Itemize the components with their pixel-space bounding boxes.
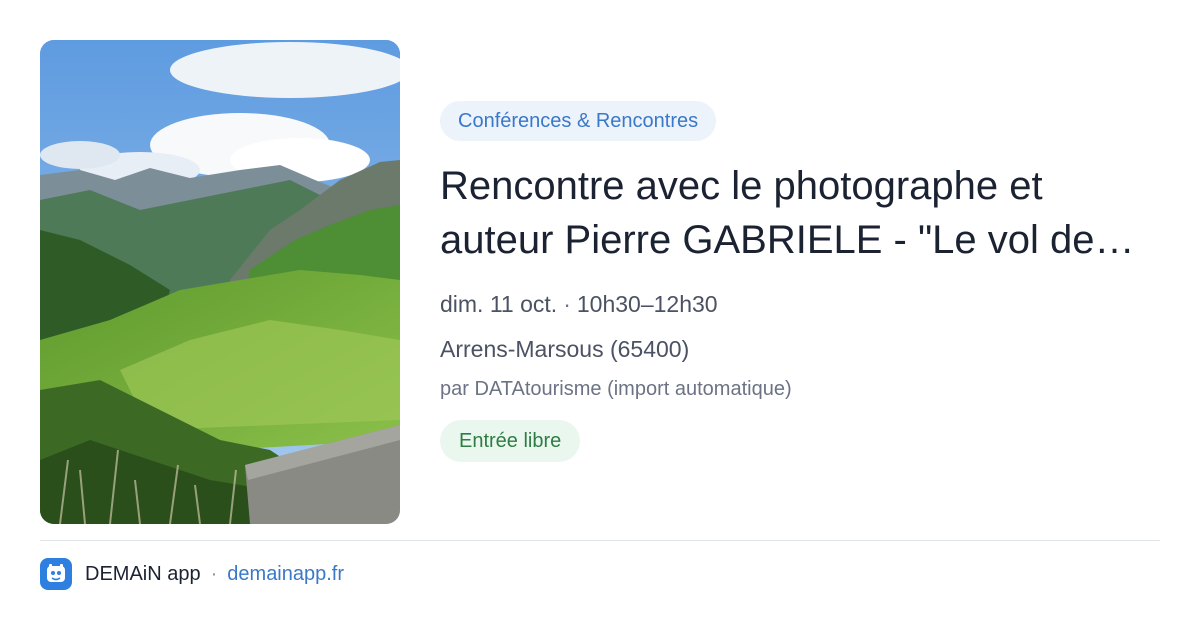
demain-app-icon bbox=[40, 558, 72, 590]
footer: DEMAiN app · demainapp.fr bbox=[40, 558, 344, 590]
price-badge: Entrée libre bbox=[440, 420, 581, 462]
event-title[interactable]: Rencontre avec le photographe et auteur … bbox=[440, 159, 1160, 267]
event-datetime: dim. 11 oct. · 10h30–12h30 bbox=[440, 289, 1160, 319]
event-info: Conférences & Rencontres Rencontre avec … bbox=[440, 101, 1160, 462]
event-time: 10h30–12h30 bbox=[576, 291, 718, 317]
footer-divider bbox=[40, 540, 1160, 541]
event-location: Arrens-Marsous (65400) bbox=[440, 336, 690, 362]
event-organizer: par DATAtourisme (import automatique) bbox=[440, 378, 792, 400]
datetime-separator: · bbox=[563, 291, 571, 317]
app-name: DEMAiN app bbox=[85, 562, 201, 585]
footer-separator: · bbox=[210, 562, 218, 585]
event-card[interactable]: Conférences & Rencontres Rencontre avec … bbox=[40, 40, 1160, 524]
event-photo bbox=[40, 40, 400, 524]
event-date: dim. 11 oct. bbox=[440, 291, 558, 317]
app-url-link[interactable]: demainapp.fr bbox=[227, 563, 344, 586]
category-badge[interactable]: Conférences & Rencontres bbox=[440, 101, 717, 141]
